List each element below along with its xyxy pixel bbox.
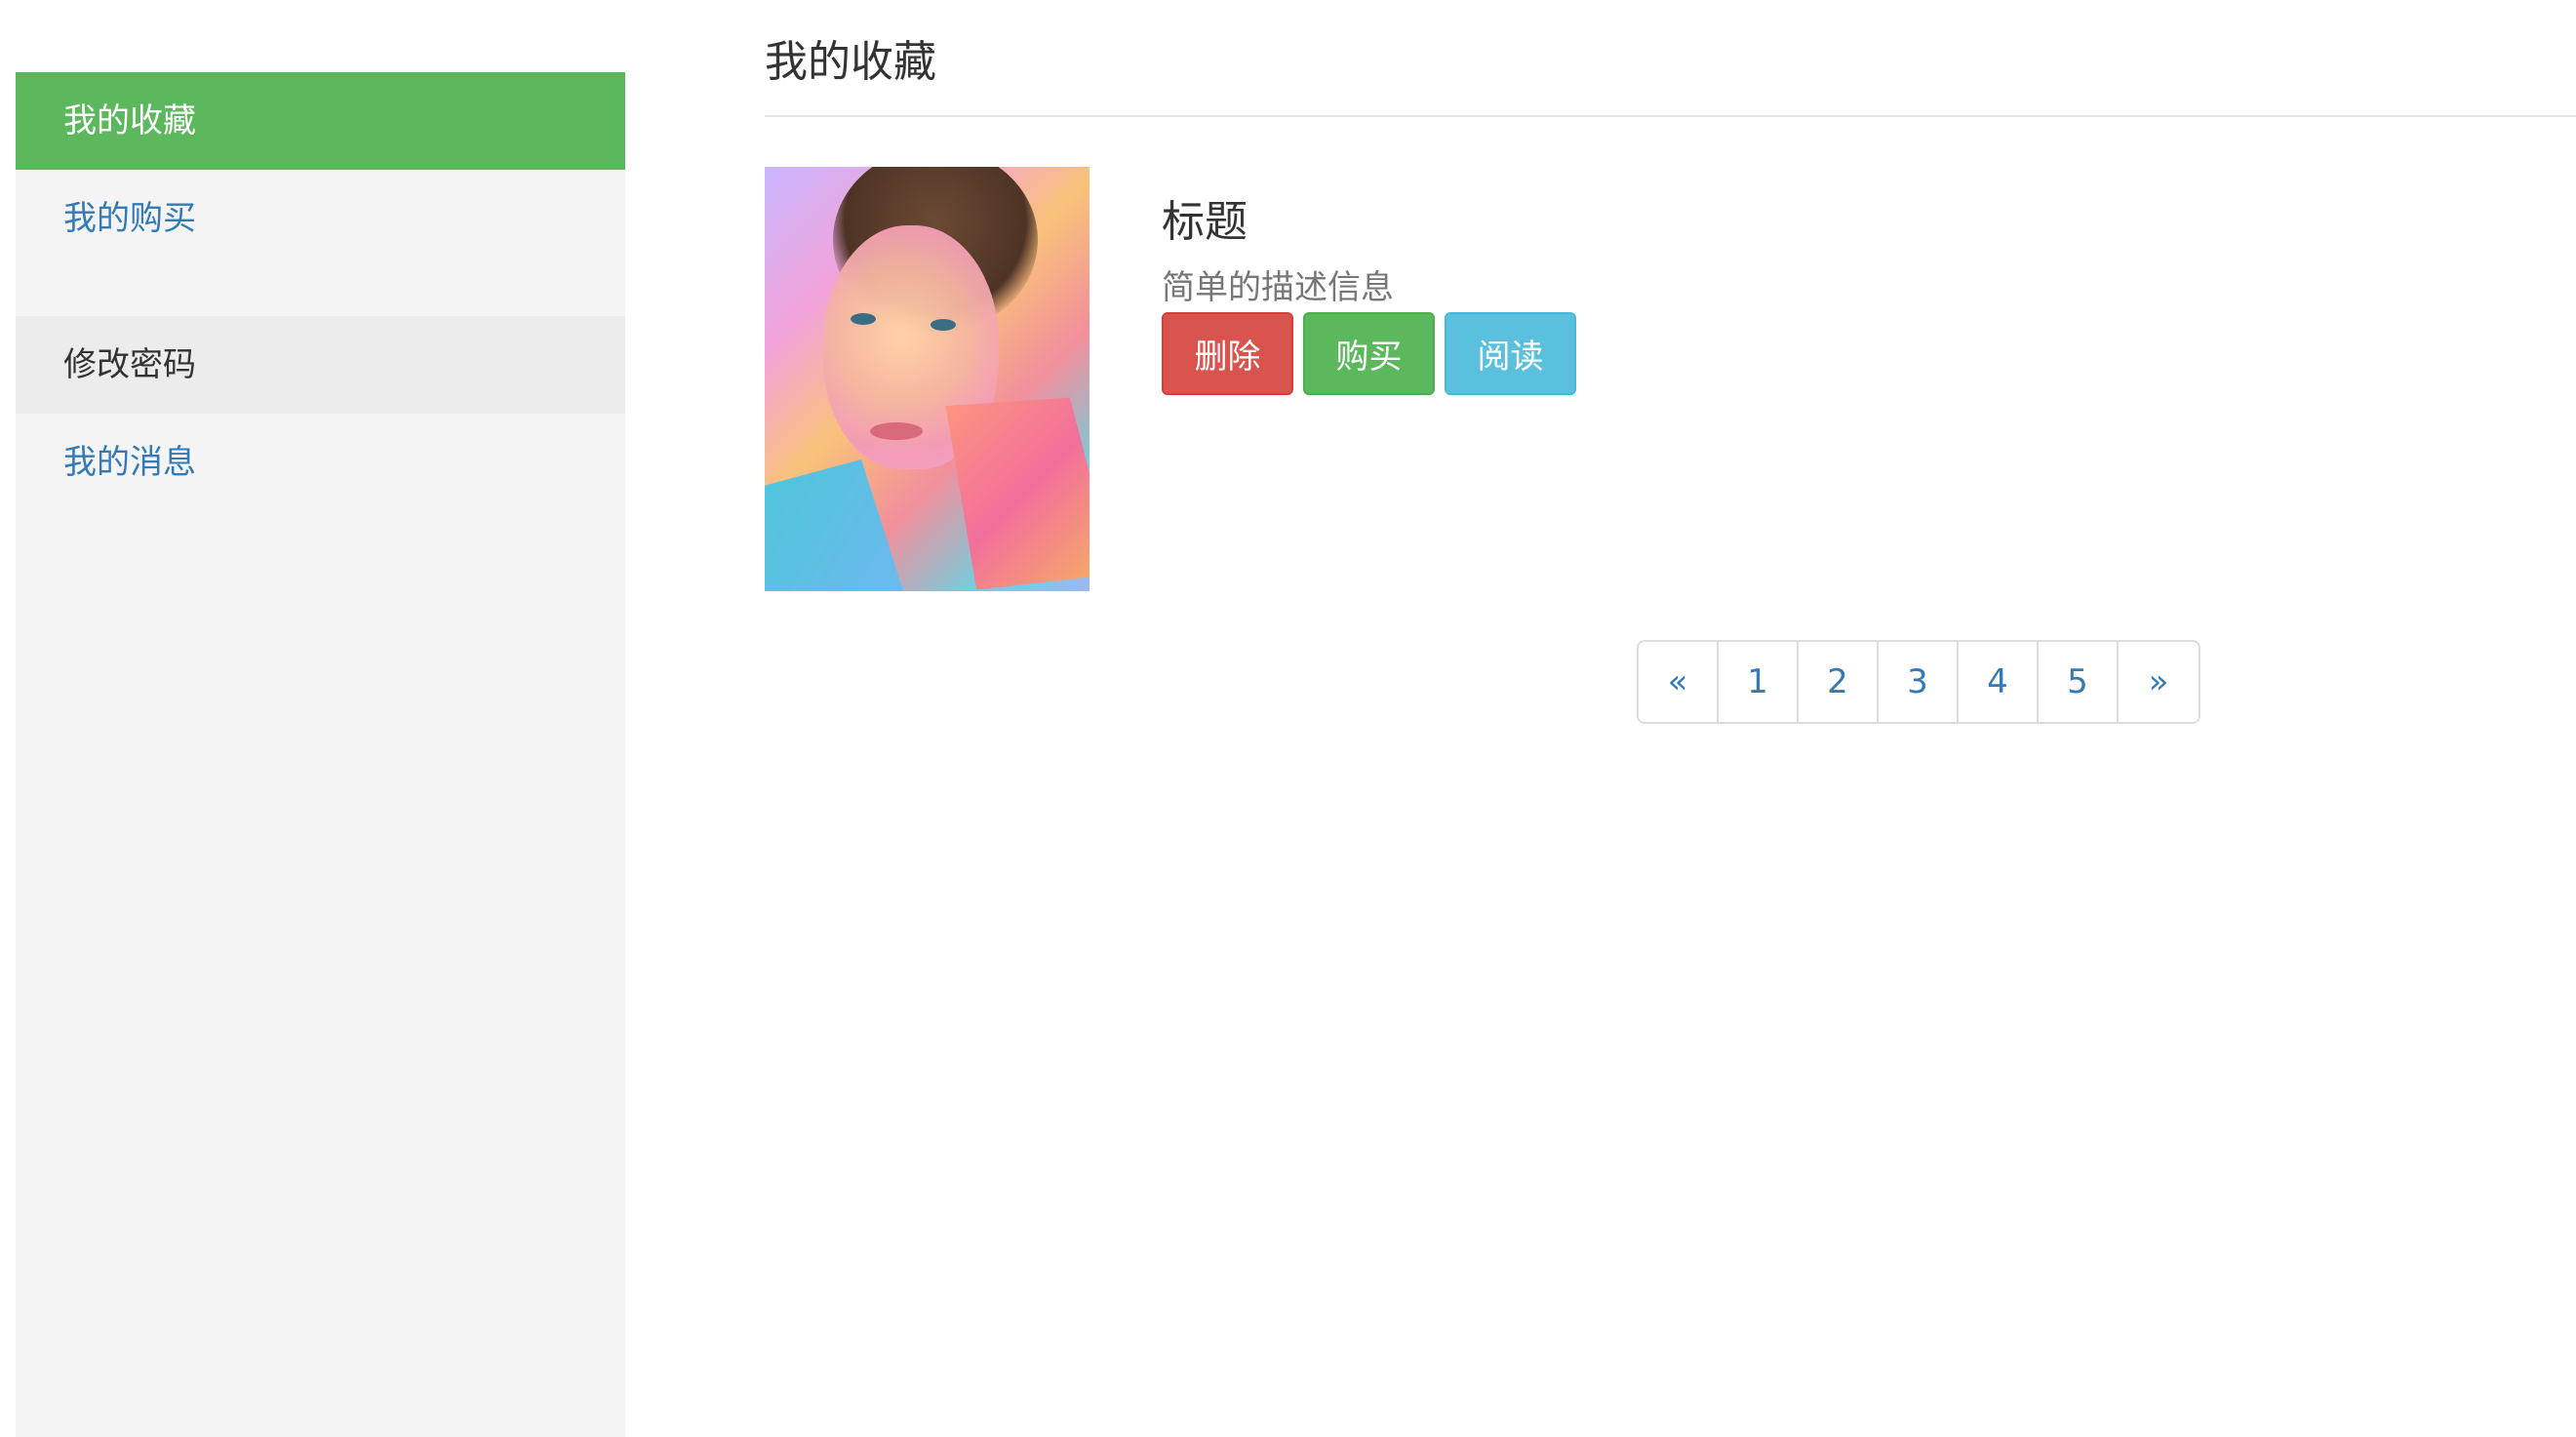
pagination-page-2[interactable]: 2: [1799, 642, 1879, 722]
image-eye-right: [931, 319, 956, 331]
pagination-page-3[interactable]: 3: [1879, 642, 1959, 722]
image-lips: [870, 422, 923, 440]
delete-button[interactable]: 删除: [1162, 312, 1293, 395]
title-divider: [765, 115, 2576, 117]
sidebar: 我的收藏 我的购买 修改密码 我的消息: [16, 0, 625, 1437]
read-button[interactable]: 阅读: [1445, 312, 1576, 395]
pagination-next[interactable]: »: [2119, 642, 2199, 722]
pagination-page-5[interactable]: 5: [2039, 642, 2119, 722]
image-eye-left: [851, 313, 876, 325]
pagination-page-4[interactable]: 4: [1959, 642, 2039, 722]
sidebar-item-my-messages[interactable]: 我的消息: [16, 414, 625, 511]
page-title: 我的收藏: [765, 37, 936, 87]
item-title: 标题: [1162, 197, 1248, 247]
item-actions: 删除 购买 阅读: [1162, 312, 1576, 395]
sidebar-item-my-purchases[interactable]: 我的购买: [16, 170, 625, 267]
pagination: « 1 2 3 4 5 »: [1637, 640, 2200, 724]
pagination-prev[interactable]: «: [1639, 642, 1719, 722]
image-splash-cool: [765, 459, 911, 591]
buy-button[interactable]: 购买: [1303, 312, 1435, 395]
item-cover-image[interactable]: [765, 167, 1090, 591]
pagination-page-1[interactable]: 1: [1719, 642, 1799, 722]
sidebar-item-my-favorites[interactable]: 我的收藏: [16, 72, 625, 170]
sidebar-top-gap: [16, 0, 625, 72]
item-description: 简单的描述信息: [1162, 268, 1394, 307]
sidebar-item-change-password[interactable]: 修改密码: [16, 316, 625, 414]
